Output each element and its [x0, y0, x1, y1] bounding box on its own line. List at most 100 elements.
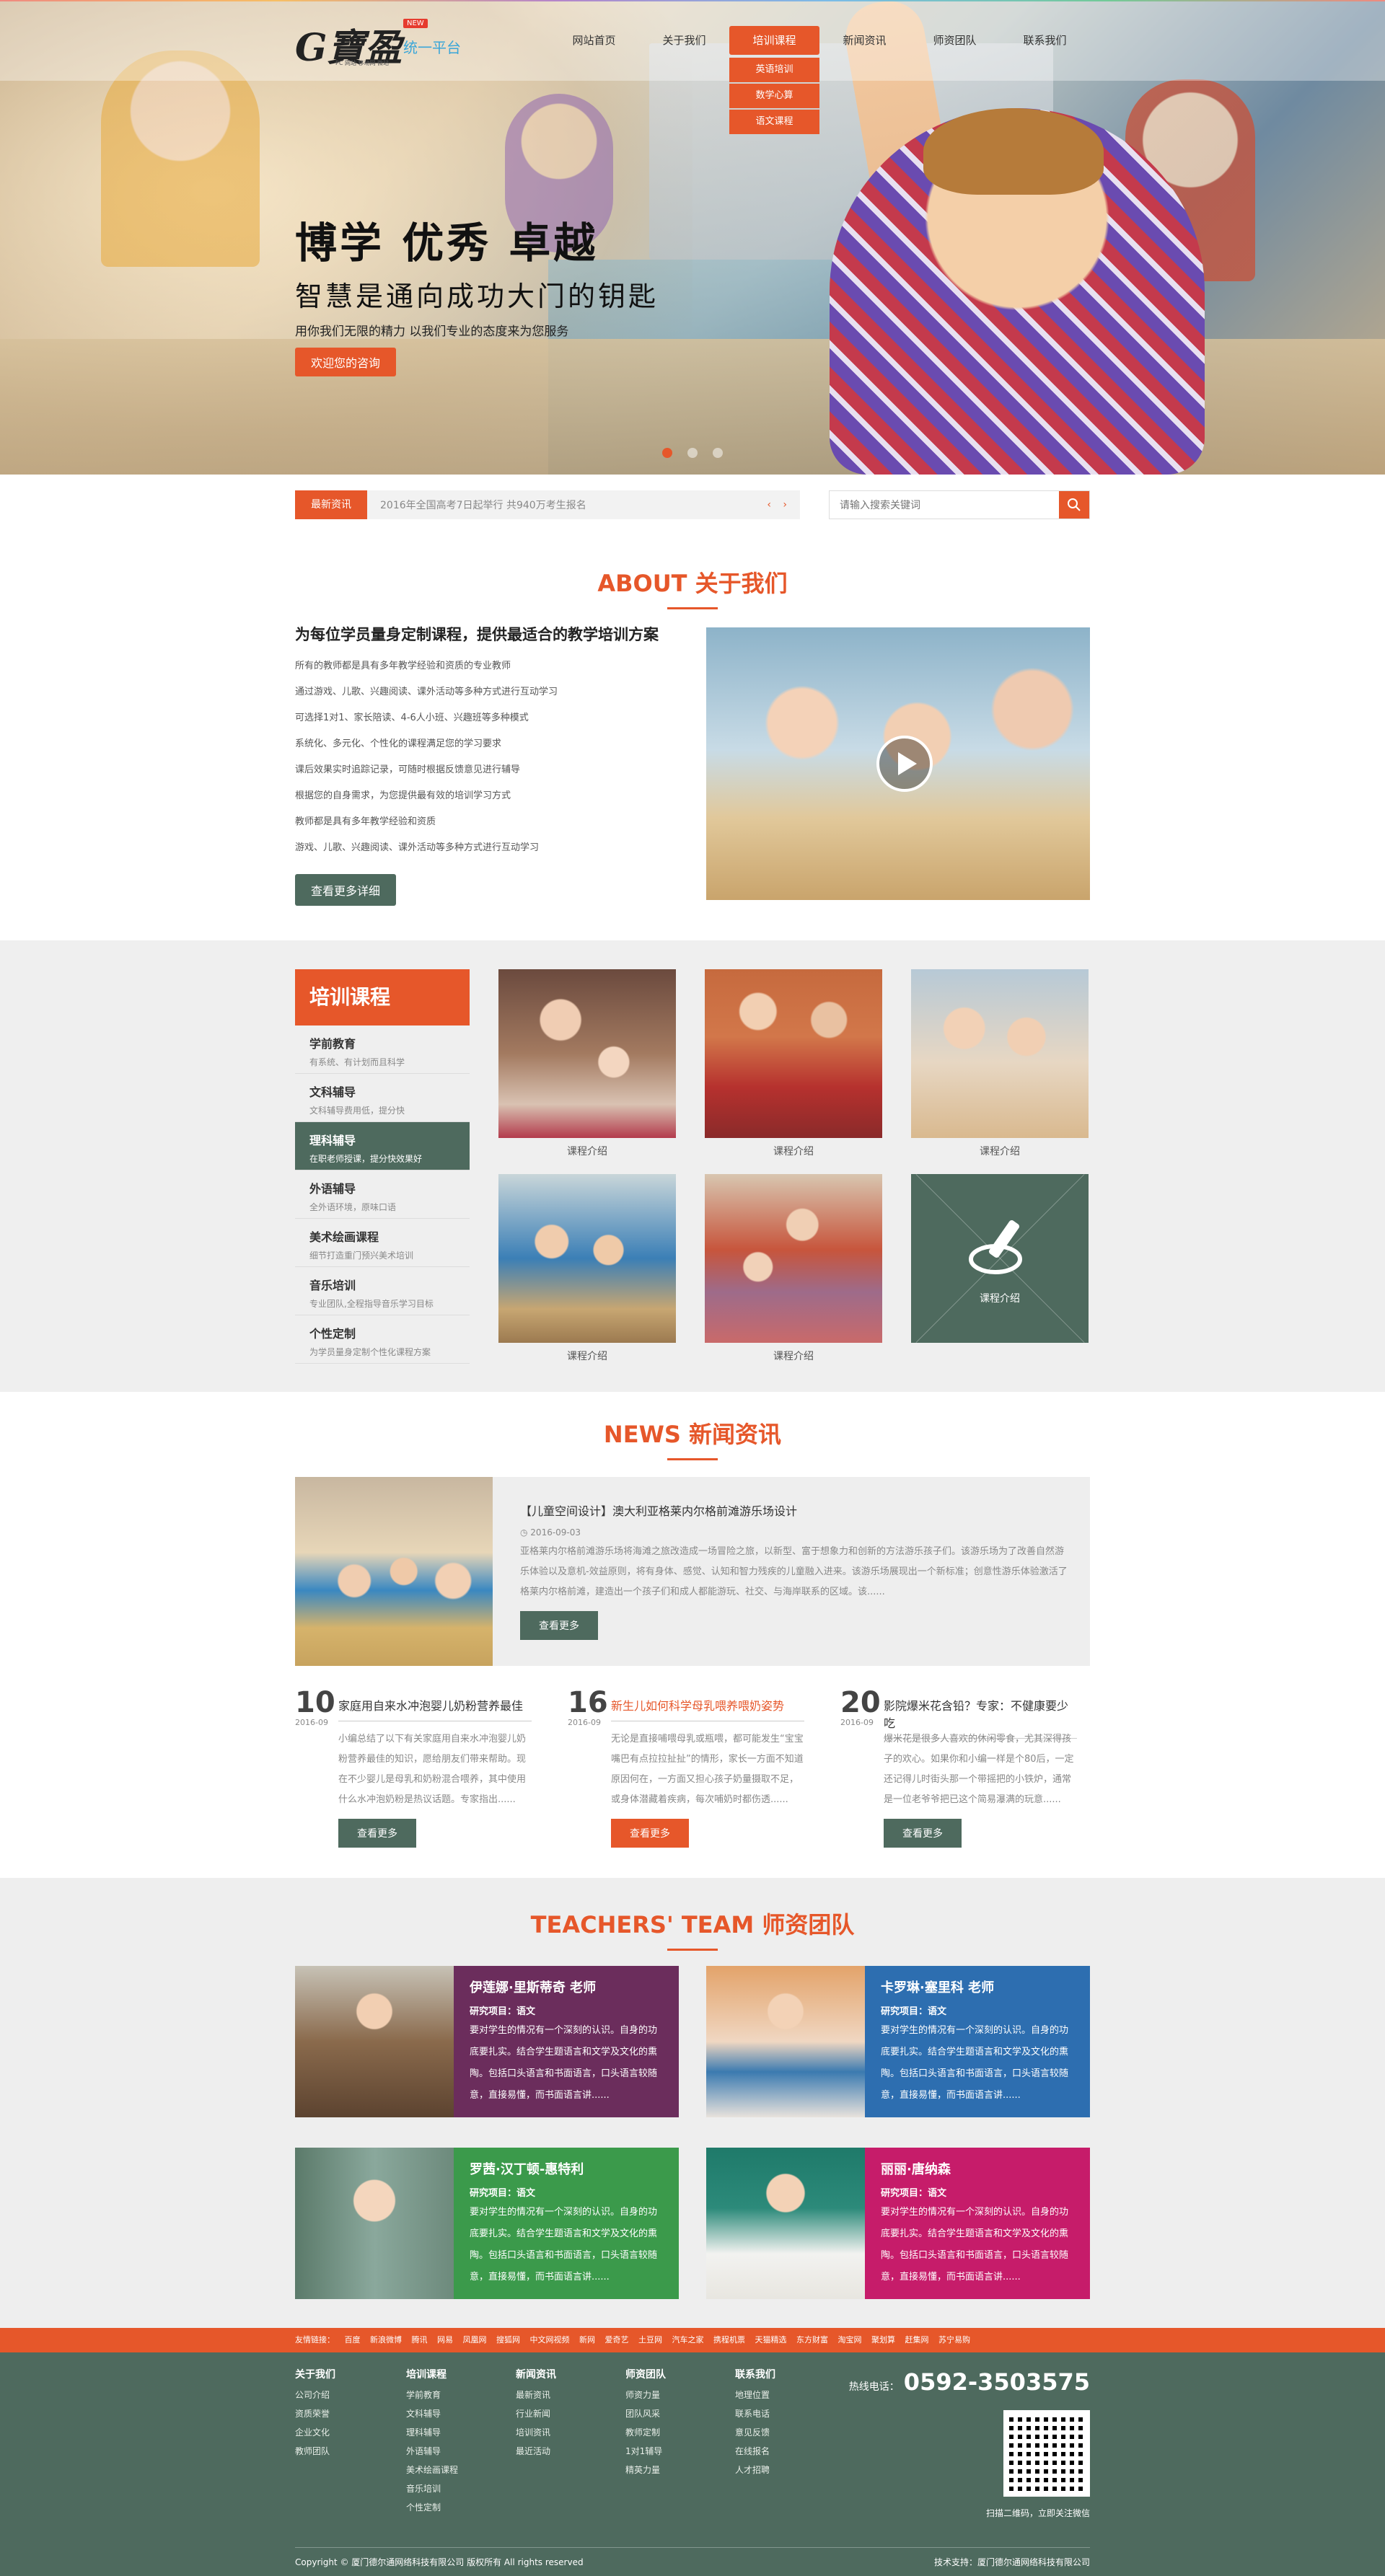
friend-link[interactable]: 聚划算 — [871, 2335, 895, 2345]
nav-courses[interactable]: 培训课程 英语培训 数学心算 语文课程 — [729, 26, 819, 134]
nav-teachers[interactable]: 师资团队 — [910, 26, 1000, 55]
friend-link[interactable]: 凤凰网 — [463, 2335, 487, 2345]
footer-column-title[interactable]: 联系我们 — [735, 2367, 843, 2381]
about-more-button[interactable]: 查看更多详细 — [295, 874, 397, 906]
featured-news-date-text: 2016-09-03 — [530, 1527, 581, 1538]
footer-column-title[interactable]: 新闻资讯 — [516, 2367, 624, 2381]
friend-link[interactable]: 天猫精选 — [755, 2335, 787, 2345]
category-item[interactable]: 文科辅导 文科辅导费用低，提分快 — [295, 1074, 470, 1122]
tech-support-text[interactable]: 技术支持：厦门德尔通网络科技有限公司 — [934, 2548, 1090, 2576]
featured-news-title[interactable]: 【儿童空间设计】澳大利亚格莱内尔格前滩游乐场设计 — [520, 1501, 1068, 1519]
course-card[interactable]: 课程介绍 — [911, 969, 1089, 1158]
news-more-button[interactable]: 查看更多 — [884, 1819, 962, 1848]
news-title-link[interactable]: 新生儿如何科学母乳喂养喂奶姿势 — [611, 1696, 804, 1721]
footer-link[interactable]: 教师定制 — [625, 2423, 734, 2442]
dropdown-math[interactable]: 数学心算 — [729, 84, 819, 108]
footer-link[interactable]: 最新资讯 — [516, 2386, 624, 2404]
friend-link[interactable]: 苏宁易购 — [938, 2335, 970, 2345]
footer-link[interactable]: 精英力量 — [625, 2461, 734, 2479]
slider-dot[interactable] — [713, 448, 724, 458]
course-card-highlight[interactable]: 课程介绍 — [911, 1174, 1089, 1343]
search-input[interactable] — [830, 491, 1059, 519]
footer-link[interactable]: 培训资讯 — [516, 2423, 624, 2442]
dropdown-english[interactable]: 英语培训 — [729, 58, 819, 82]
footer-column-title[interactable]: 师资团队 — [625, 2367, 734, 2381]
course-card[interactable]: 课程介绍 — [705, 1174, 882, 1363]
category-item[interactable]: 音乐培训 专业团队,全程指导音乐学习目标 — [295, 1267, 470, 1315]
friend-link[interactable]: 新网 — [579, 2335, 595, 2345]
news-more-button[interactable]: 查看更多 — [611, 1819, 689, 1848]
hotline-number[interactable]: 0592-3503575 — [904, 2368, 1090, 2396]
featured-news-more-button[interactable]: 查看更多 — [520, 1611, 598, 1640]
footer-link[interactable]: 团队风采 — [625, 2404, 734, 2423]
teacher-card[interactable]: 伊莲娜·里斯蒂奇 老师 研究项目：语文 要对学生的情况有一个深刻的认识。自身的功… — [295, 1966, 679, 2117]
footer-link[interactable]: 人才招聘 — [735, 2461, 843, 2479]
friend-link[interactable]: 新浪微博 — [370, 2335, 402, 2345]
friend-link[interactable]: 携程机票 — [713, 2335, 745, 2345]
teacher-card[interactable]: 丽丽·唐纳森 研究项目：语文 要对学生的情况有一个深刻的认识。自身的功底要扎实。… — [706, 2148, 1090, 2299]
footer-link[interactable]: 在线报名 — [735, 2442, 843, 2461]
teacher-photo — [706, 2148, 865, 2299]
friend-link[interactable]: 爱奇艺 — [605, 2335, 629, 2345]
friend-link[interactable]: 腾讯 — [412, 2335, 428, 2345]
footer-link[interactable]: 学前教育 — [406, 2386, 514, 2404]
footer-link[interactable]: 理科辅导 — [406, 2423, 514, 2442]
footer-link[interactable]: 公司介绍 — [295, 2386, 403, 2404]
friend-link[interactable]: 土豆网 — [638, 2335, 662, 2345]
nav-about[interactable]: 关于我们 — [639, 26, 729, 55]
friend-link[interactable]: 百度 — [345, 2335, 361, 2345]
friend-link[interactable]: 东方财富 — [796, 2335, 828, 2345]
footer-link[interactable]: 美术绘画课程 — [406, 2461, 514, 2479]
category-item[interactable]: 学前教育 有系统、有计划而且科学 — [295, 1025, 470, 1074]
category-item[interactable]: 外语辅导 全外语环境，原味口语 — [295, 1170, 470, 1219]
dropdown-chinese[interactable]: 语文课程 — [729, 110, 819, 134]
hotline-label: 热线电话： — [848, 2381, 900, 2393]
slider-dot[interactable] — [661, 448, 672, 458]
friend-link[interactable]: 搜狐网 — [496, 2335, 520, 2345]
logo[interactable]: G寶盈 NEW 统一平台 PC 网站 移动网 微站 — [295, 16, 468, 70]
ticker-text[interactable]: 2016年全国高考7日起举行 共940万考生报名 — [380, 498, 767, 512]
search-button[interactable] — [1059, 491, 1089, 519]
footer-column-title[interactable]: 培训课程 — [406, 2367, 514, 2381]
friend-link[interactable]: 赶集网 — [905, 2335, 929, 2345]
friend-link[interactable]: 中文网视频 — [530, 2335, 570, 2345]
hero-consult-button[interactable]: 欢迎您的咨询 — [295, 348, 397, 376]
category-item[interactable]: 个性定制 为学员量身定制个性化课程方案 — [295, 1315, 470, 1364]
footer-link[interactable]: 外语辅导 — [406, 2442, 514, 2461]
footer-link[interactable]: 企业文化 — [295, 2423, 403, 2442]
footer-link[interactable]: 行业新闻 — [516, 2404, 624, 2423]
about-video[interactable] — [706, 627, 1090, 900]
nav-news[interactable]: 新闻资讯 — [819, 26, 910, 55]
category-item-active[interactable]: 理科辅导 在职老师授课，提分快效果好 — [295, 1122, 470, 1170]
news-more-button[interactable]: 查看更多 — [338, 1819, 416, 1848]
teacher-card[interactable]: 罗茜·汉丁顿-惠特利 研究项目：语文 要对学生的情况有一个深刻的认识。自身的功底… — [295, 2148, 679, 2299]
about-list: 所有的教师都是具有多年教学经验和资质的专业教师 通过游戏、儿歌、兴趣阅读、课外活… — [295, 653, 699, 861]
course-card[interactable]: 课程介绍 — [705, 969, 882, 1158]
footer-link[interactable]: 意见反馈 — [735, 2423, 843, 2442]
footer-link[interactable]: 地理位置 — [735, 2386, 843, 2404]
play-icon[interactable] — [876, 736, 933, 792]
nav-home[interactable]: 网站首页 — [549, 26, 639, 55]
footer-link[interactable]: 文科辅导 — [406, 2404, 514, 2423]
nav-contact[interactable]: 联系我们 — [1000, 26, 1090, 55]
footer-link[interactable]: 教师团队 — [295, 2442, 403, 2461]
footer-link[interactable]: 师资力量 — [625, 2386, 734, 2404]
friend-link[interactable]: 汽车之家 — [672, 2335, 704, 2345]
friend-link[interactable]: 淘宝网 — [838, 2335, 862, 2345]
footer-link[interactable]: 最近活动 — [516, 2442, 624, 2461]
friend-link[interactable]: 网易 — [437, 2335, 453, 2345]
slider-dot[interactable] — [687, 448, 698, 458]
footer-link[interactable]: 音乐培训 — [406, 2479, 514, 2498]
course-card[interactable]: 课程介绍 — [498, 1174, 676, 1363]
footer-link[interactable]: 联系电话 — [735, 2404, 843, 2423]
course-card[interactable]: 课程介绍 — [498, 969, 676, 1158]
ticker-arrows[interactable]: ‹ › — [767, 499, 791, 511]
footer-link[interactable]: 1对1辅导 — [625, 2442, 734, 2461]
footer-link[interactable]: 资质荣誉 — [295, 2404, 403, 2423]
footer-link[interactable]: 个性定制 — [406, 2498, 514, 2517]
featured-news[interactable]: 【儿童空间设计】澳大利亚格莱内尔格前滩游乐场设计 ◷ 2016-09-03 亚格… — [295, 1477, 1090, 1666]
news-title-link[interactable]: 家庭用自来水冲泡婴儿奶粉营养最佳 — [338, 1696, 532, 1721]
footer-column-title[interactable]: 关于我们 — [295, 2367, 403, 2381]
teacher-card[interactable]: 卡罗琳·塞里科 老师 研究项目：语文 要对学生的情况有一个深刻的认识。自身的功底… — [706, 1966, 1090, 2117]
category-item[interactable]: 美术绘画课程 细节打造重门预兴美术培训 — [295, 1219, 470, 1267]
